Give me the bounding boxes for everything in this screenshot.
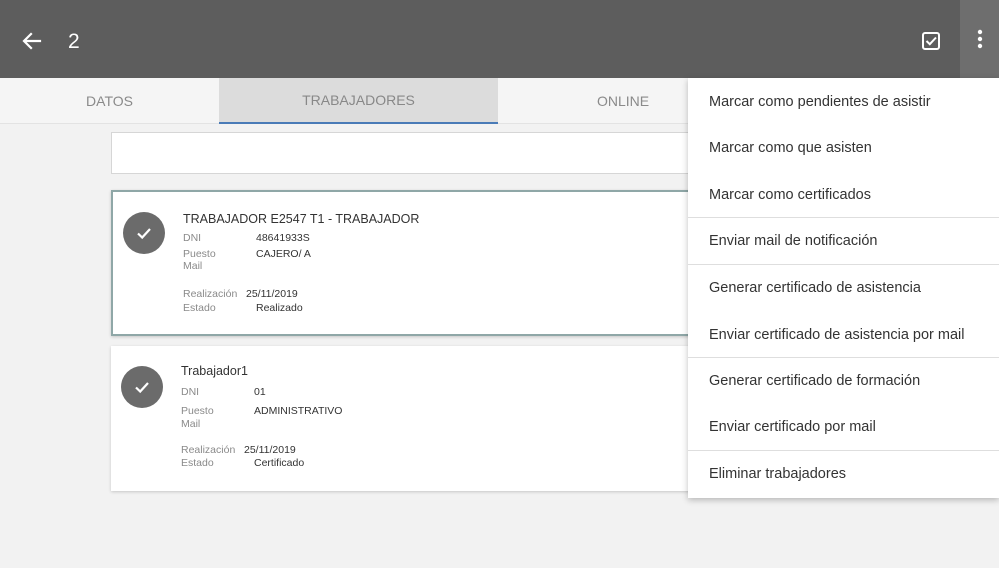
puesto-label: Puesto [181, 405, 214, 417]
app-bar: 2 [0, 0, 999, 78]
estado-label: Estado [181, 457, 214, 469]
worker-name: Trabajador1 [181, 364, 248, 378]
tab-trabajadores[interactable]: TRABAJADORES [219, 78, 498, 124]
menu-item-mark-certified[interactable]: Marcar como certificados [688, 172, 999, 218]
back-button[interactable] [18, 27, 46, 55]
dni-label: DNI [181, 386, 200, 398]
more-options-button[interactable] [960, 0, 999, 78]
menu-item-mark-attending[interactable]: Marcar como que asisten [688, 125, 999, 171]
menu-item-send-notification[interactable]: Enviar mail de notificación [688, 218, 999, 264]
puesto-value: ADMINISTRATIVO [254, 405, 343, 417]
realizacion-label: Realización [181, 444, 236, 456]
puesto-value: CAJERO/ A [256, 248, 311, 260]
selected-check-icon[interactable] [121, 366, 163, 408]
estado-value: Realizado [256, 302, 303, 314]
more-vertical-icon [977, 29, 982, 49]
select-all-button[interactable] [918, 28, 944, 54]
mail-label: Mail [181, 418, 201, 430]
worker-card[interactable]: Trabajador1 DNI 01 Puesto ADMINISTRATIVO… [111, 346, 711, 491]
dni-value: 01 [254, 386, 266, 398]
tab-datos[interactable]: DATOS [0, 78, 219, 124]
menu-item-send-cert[interactable]: Enviar certificado por mail [688, 404, 999, 450]
checkbox-checked-icon [922, 32, 940, 50]
worker-name: TRABAJADOR E2547 T1 - TRABAJADOR [183, 212, 420, 226]
selected-check-icon[interactable] [123, 212, 165, 254]
overflow-menu: Marcar como pendientes de asistir Marcar… [688, 78, 999, 498]
estado-value: Certificado [254, 457, 305, 469]
dni-value: 48641933S [256, 232, 310, 244]
estado-label: Estado [183, 302, 216, 314]
mail-label: Mail [183, 260, 203, 272]
check-icon [137, 228, 151, 240]
realizacion-value: 25/11/2019 [246, 288, 298, 300]
menu-item-generate-training-cert[interactable]: Generar certificado de formación [688, 358, 999, 404]
dni-label: DNI [183, 232, 202, 244]
search-input[interactable] [111, 132, 711, 174]
menu-item-generate-attendance-cert[interactable]: Generar certificado de asistencia [688, 265, 999, 311]
page-title: 2 [68, 30, 80, 53]
menu-item-delete-workers[interactable]: Eliminar trabajadores [688, 451, 999, 497]
worker-card[interactable]: TRABAJADOR E2547 T1 - TRABAJADOR DNI 486… [111, 190, 711, 336]
menu-item-send-attendance-cert[interactable]: Enviar certificado de asistencia por mai… [688, 312, 999, 358]
realizacion-label: Realización [183, 288, 238, 300]
arrow-left-icon [22, 32, 42, 50]
menu-item-mark-pending[interactable]: Marcar como pendientes de asistir [688, 79, 999, 125]
puesto-label: Puesto [183, 248, 216, 260]
realizacion-value: 25/11/2019 [244, 444, 296, 456]
check-icon [135, 382, 149, 394]
